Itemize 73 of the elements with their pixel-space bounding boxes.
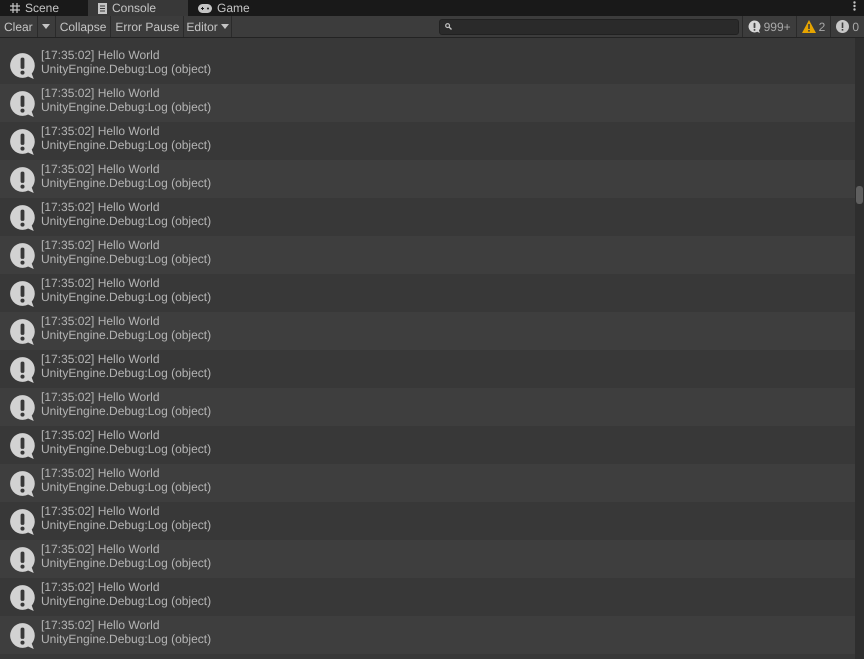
exclamation-bubble-icon [9, 280, 36, 306]
log-entry[interactable]: [17:35:02] Hello World UnityEngine.Debug:Log (object) [0, 236, 855, 274]
caret-icon [220, 24, 229, 29]
exclamation-bubble-icon [9, 394, 36, 420]
log-entry[interactable]: [17:35:02] Hello World UnityEngine.Debug:Log (object) [0, 616, 855, 654]
log-entry[interactable]: [17:35:02] Hello World UnityEngine.Debug:Log (object) [0, 540, 855, 578]
document-icon [98, 2, 107, 14]
log-message: [17:35:02] Hello World [41, 390, 161, 404]
log-source: UnityEngine.Debug:Log (object) [41, 518, 212, 532]
log-entry[interactable]: [17:35:02] Hello World UnityEngine.Debug:Log (object) [0, 464, 855, 502]
log-message: [17:35:02] Hello World [41, 618, 161, 632]
log-message: [17:35:02] Hello World [41, 276, 161, 290]
exclamation-bubble-icon [9, 166, 36, 192]
log-source: UnityEngine.Debug:Log (object) [41, 62, 212, 76]
search-field[interactable] [438, 18, 739, 34]
log-source: UnityEngine.Debug:Log (object) [41, 328, 212, 342]
log-message: [17:35:02] Hello World [41, 504, 161, 518]
log-entry[interactable]: [17:35:02] Hello World UnityEngine.Debug:Log (object) [0, 160, 855, 198]
exclamation-bubble-icon [9, 128, 36, 154]
exclamation-bubble-icon [9, 622, 36, 648]
more-options-icon[interactable] [853, 1, 856, 11]
log-entry[interactable]: [17:35:02] Hello World UnityEngine.Debug:Log (object) [0, 388, 855, 426]
log-source: UnityEngine.Debug:Log (object) [41, 442, 212, 456]
log-message: [17:35:02] Hello World [41, 86, 161, 100]
log-source: UnityEngine.Debug:Log (object) [41, 404, 212, 418]
log-source: UnityEngine.Debug:Log (object) [41, 556, 212, 570]
log-message: [17:35:02] Hello World [41, 428, 161, 442]
log-source: UnityEngine.Debug:Log (object) [41, 480, 212, 494]
log-entry[interactable]: [17:35:02] Hello World UnityEngine.Debug:Log (object) [0, 312, 855, 350]
log-message: [17:35:02] Hello World [41, 124, 161, 138]
log-source: UnityEngine.Debug:Log (object) [41, 214, 212, 228]
search-icon [444, 23, 452, 30]
error-pause-button[interactable]: Error Pause [111, 16, 184, 37]
log-source: UnityEngine.Debug:Log (object) [41, 366, 212, 380]
clear-button[interactable]: Clear [0, 16, 38, 37]
error-icon [836, 20, 850, 33]
log-source: UnityEngine.Debug:Log (object) [41, 138, 212, 152]
exclamation-bubble-icon [9, 432, 36, 458]
exclamation-bubble-icon [9, 90, 36, 116]
log-message: [17:35:02] Hello World [41, 238, 161, 252]
log-message: [17:35:02] Hello World [41, 162, 161, 176]
log-message: [17:35:02] Hello World [41, 580, 161, 594]
warning-icon [802, 20, 816, 33]
collapse-button[interactable]: Collapse [56, 16, 112, 37]
log-source: UnityEngine.Debug:Log (object) [41, 176, 212, 190]
log-message: [17:35:02] Hello World [41, 48, 161, 62]
exclamation-bubble-icon [9, 584, 36, 610]
log-message: [17:35:02] Hello World [41, 314, 161, 328]
log-source: UnityEngine.Debug:Log (object) [41, 100, 212, 114]
log-message: [17:35:02] Hello World [41, 352, 161, 366]
exclamation-bubble-icon [9, 204, 36, 230]
exclamation-bubble-icon [9, 52, 36, 78]
exclamation-bubble-icon [9, 546, 36, 572]
exclamation-bubble-icon [9, 508, 36, 534]
exclamation-bubble-icon [9, 356, 36, 382]
panel-tab[interactable]: Console [88, 0, 188, 16]
gamepad-icon [198, 4, 212, 12]
log-source: UnityEngine.Debug:Log (object) [41, 632, 212, 646]
log-message: [17:35:02] Hello World [41, 200, 161, 214]
grid-icon [10, 3, 20, 13]
caret-icon [42, 24, 50, 29]
exclamation-bubble-icon [9, 318, 36, 344]
editor-dropdown[interactable]: Editor [184, 16, 232, 37]
log-message: [17:35:02] Hello World [41, 542, 161, 556]
log-message: [17:35:02] Hello World [41, 466, 161, 480]
log-source: UnityEngine.Debug:Log (object) [41, 252, 212, 266]
scrollbar-thumb[interactable] [856, 186, 863, 204]
exclamation-bubble-icon [9, 242, 36, 268]
exclamation-bubble-icon [748, 20, 761, 33]
log-entry[interactable]: [17:35:02] Hello World UnityEngine.Debug:Log (object) [0, 84, 855, 122]
log-source: UnityEngine.Debug:Log (object) [41, 594, 212, 608]
exclamation-bubble-icon [9, 470, 36, 496]
log-source: UnityEngine.Debug:Log (object) [41, 290, 212, 304]
